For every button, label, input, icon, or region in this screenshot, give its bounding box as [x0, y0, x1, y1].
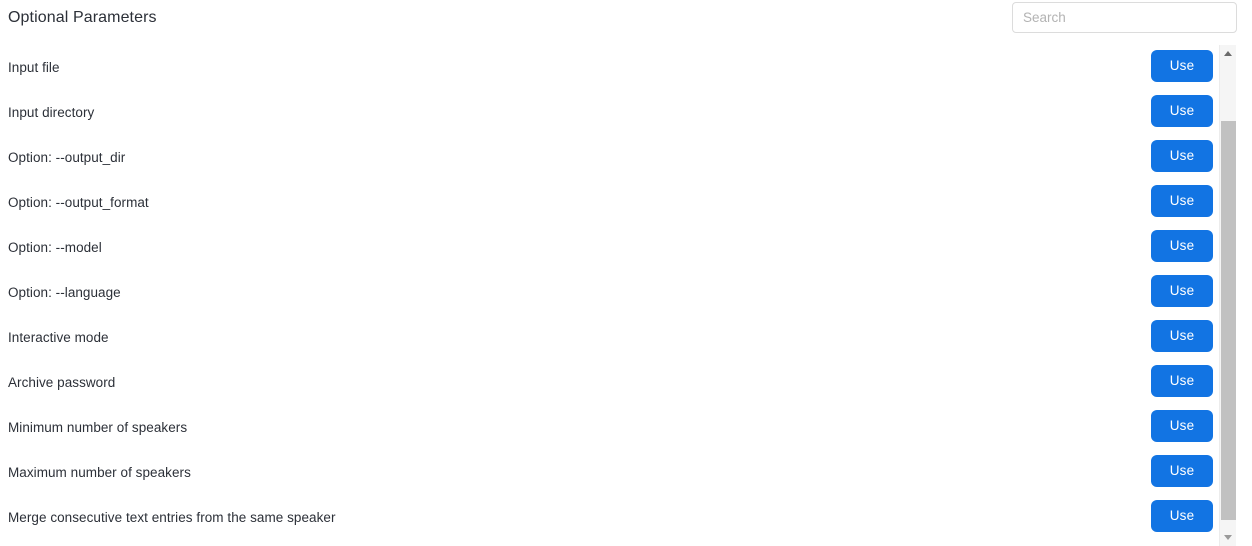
use-button[interactable]: Use — [1151, 230, 1213, 262]
use-button[interactable]: Use — [1151, 275, 1213, 307]
list-item: Input directory Use — [0, 90, 1216, 135]
parameter-label: Option: --output_dir — [8, 150, 126, 165]
list-item: Option: --output_format Use — [0, 180, 1216, 225]
parameter-label: Merge consecutive text entries from the … — [8, 510, 336, 525]
list-item: Input file Use — [0, 45, 1216, 90]
search-field-container — [1012, 2, 1237, 33]
parameter-label: Minimum number of speakers — [8, 420, 188, 435]
use-button[interactable]: Use — [1151, 95, 1213, 127]
list-item: Archive password Use — [0, 360, 1216, 405]
parameter-label: Option: --language — [8, 285, 121, 300]
caret-down-icon[interactable] — [1220, 529, 1236, 546]
parameter-label: Interactive mode — [8, 330, 109, 345]
use-button[interactable]: Use — [1151, 140, 1213, 172]
panel-header: Optional Parameters — [0, 0, 1252, 45]
list-item: Minimum number of speakers Use — [0, 405, 1216, 450]
list-item: Merge consecutive text entries from the … — [0, 495, 1216, 540]
parameter-label: Maximum number of speakers — [8, 465, 191, 480]
list-item: Option: --output_dir Use — [0, 135, 1216, 180]
list-item: Option: --model Use — [0, 225, 1216, 270]
parameters-list: Input file Use Input directory Use Option: -… — [0, 45, 1216, 546]
caret-down-glyph — [1224, 535, 1232, 540]
optional-parameters-panel: Optional Parameters Input fileUseInput d… — [0, 0, 1252, 546]
parameter-label: Archive password — [8, 375, 116, 390]
use-button[interactable]: Use — [1151, 185, 1213, 217]
parameter-label: Input file — [8, 60, 60, 75]
caret-up-icon[interactable] — [1220, 45, 1236, 62]
use-button[interactable]: Use — [1151, 455, 1213, 487]
use-button[interactable]: Use — [1151, 410, 1213, 442]
parameter-label: Option: --output_format — [8, 195, 149, 210]
parameter-label: Option: --model — [8, 240, 102, 255]
scrollbar-thumb[interactable] — [1221, 121, 1236, 520]
parameters-list-region: Input file Use Input directory Use Option: -… — [0, 45, 1252, 546]
search-input[interactable] — [1012, 2, 1237, 33]
use-button[interactable]: Use — [1151, 320, 1213, 352]
parameter-label: Input directory — [8, 105, 95, 120]
list-item: Interactive mode Use — [0, 315, 1216, 360]
use-button[interactable]: Use — [1151, 500, 1213, 532]
use-button[interactable]: Use — [1151, 50, 1213, 82]
list-item: Maximum number of speakers Use — [0, 450, 1216, 495]
page-title: Optional Parameters — [8, 9, 157, 26]
vertical-scrollbar[interactable] — [1219, 45, 1236, 546]
caret-up-glyph — [1224, 51, 1232, 56]
list-item: Option: --language Use — [0, 270, 1216, 315]
use-button[interactable]: Use — [1151, 365, 1213, 397]
